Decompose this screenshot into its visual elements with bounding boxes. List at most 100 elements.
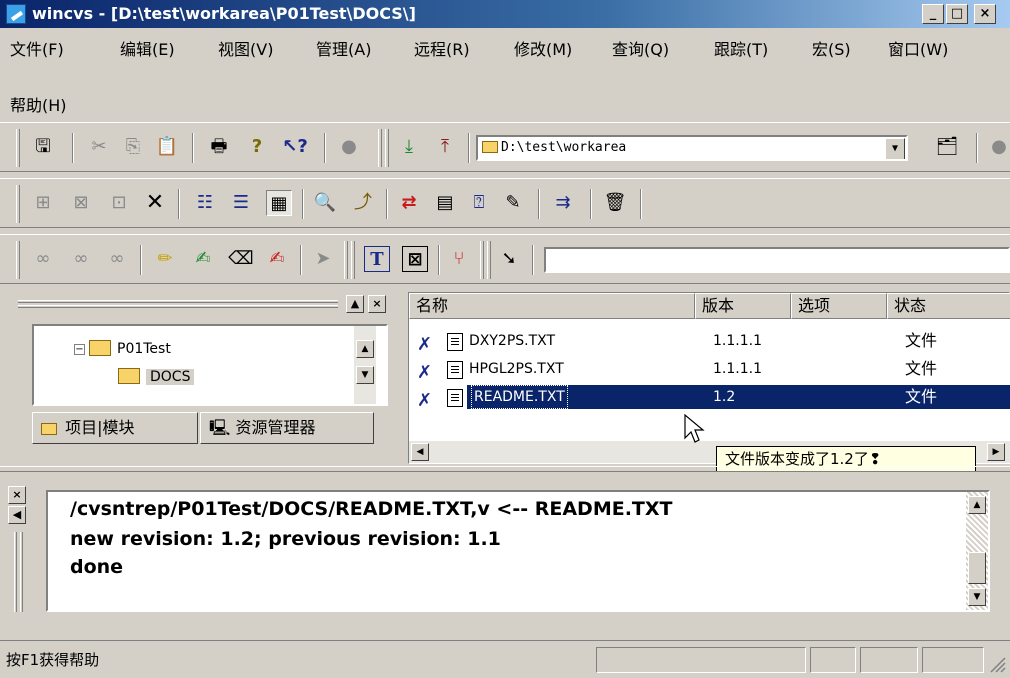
toolbar-grip[interactable]: [378, 129, 382, 167]
toolbar-grip[interactable]: [487, 241, 491, 279]
pane-drag-bar[interactable]: [18, 300, 338, 303]
menu-modify[interactable]: 修改(M): [514, 36, 572, 60]
scroll-up-button[interactable]: ▲: [968, 496, 986, 514]
help-icon[interactable]: ?: [244, 134, 270, 160]
delete-tag-icon[interactable]: ⊠: [402, 246, 428, 272]
menu-file[interactable]: 文件(F): [10, 36, 64, 60]
tab-explorer[interactable]: 🖳 资源管理器: [200, 412, 374, 444]
file-list[interactable]: 名称 版本 选项 状态 ✗ DXY2PS.TXT 1.1.1.1 文件 ✗ HP…: [408, 292, 1010, 464]
scroll-right-button[interactable]: ▶: [987, 443, 1005, 461]
graph-icon[interactable]: ⇉: [550, 190, 576, 216]
menu-view[interactable]: 视图(V): [218, 36, 273, 60]
pane-float-button[interactable]: ▲: [346, 295, 364, 313]
erase-icon[interactable]: ⌫: [228, 246, 254, 272]
pane-splitter[interactable]: [0, 466, 1010, 472]
stop-icon[interactable]: ●: [336, 134, 362, 160]
search-icon[interactable]: 🔍: [312, 190, 338, 216]
maximize-button[interactable]: □: [946, 4, 968, 24]
menu-help[interactable]: 帮助(H): [10, 92, 67, 116]
toolbar-grip[interactable]: [351, 241, 355, 279]
file-row-selected[interactable]: ✗ README.TXT 1.2 文件: [409, 383, 1010, 411]
output-float-button[interactable]: ◀: [8, 506, 26, 524]
diff-icon[interactable]: ⇄: [396, 190, 422, 216]
scroll-down-button[interactable]: ▼: [968, 588, 986, 606]
add-binary-icon[interactable]: ⊠: [68, 190, 94, 216]
stop-icon[interactable]: ●: [986, 134, 1010, 160]
close-button[interactable]: ×: [974, 4, 996, 24]
minimize-button[interactable]: _: [922, 4, 944, 24]
menu-trace[interactable]: 跟踪(T): [714, 36, 768, 60]
edit-icon[interactable]: ✏: [152, 246, 178, 272]
release-icon[interactable]: ➤: [310, 246, 336, 272]
tree-vertical-scrollbar[interactable]: ▲ ▼: [354, 326, 376, 404]
menu-query[interactable]: 查询(Q): [612, 36, 669, 60]
pane-close-button[interactable]: ×: [368, 295, 386, 313]
tree-node-docs[interactable]: DOCS: [118, 368, 195, 385]
output-close-button[interactable]: ×: [8, 486, 26, 504]
add-file-icon[interactable]: ⊞: [30, 190, 56, 216]
output-drag-bar[interactable]: [14, 532, 17, 612]
toolbar-grip[interactable]: [16, 185, 20, 223]
up-folder-icon[interactable]: ⤴: [350, 190, 376, 216]
toolbar-grip[interactable]: [480, 241, 484, 279]
menu-remote[interactable]: 远程(R): [414, 36, 470, 60]
collapse-icon[interactable]: −: [74, 344, 85, 355]
browse-location-icon[interactable]: ⤒: [432, 134, 458, 160]
tab-modules[interactable]: 项目|模块: [32, 412, 198, 444]
file-row[interactable]: ✗ HPGL2PS.TXT 1.1.1.1 文件: [409, 355, 1010, 383]
toolbar-grip[interactable]: [16, 241, 20, 279]
paste-icon[interactable]: 📋: [154, 134, 180, 160]
scroll-up-button[interactable]: ▲: [356, 340, 374, 358]
output-drag-bar[interactable]: [20, 532, 23, 612]
toolbar-grip[interactable]: [344, 241, 348, 279]
scroll-down-button[interactable]: ▼: [356, 366, 374, 384]
editors-icon[interactable]: ✍: [264, 246, 290, 272]
watch-off-icon[interactable]: ∞: [68, 246, 94, 272]
save-icon[interactable]: 🖫: [30, 134, 56, 160]
merge-icon[interactable]: ➘: [496, 246, 522, 272]
menu-window[interactable]: 窗口(W): [888, 36, 948, 60]
remove-icon[interactable]: ✕: [142, 190, 168, 216]
output-console[interactable]: /cvsntrep/P01Test/DOCS/README.TXT,v <-- …: [46, 490, 990, 612]
copy-icon[interactable]: ⎘: [120, 134, 146, 160]
unedit-icon[interactable]: ✍: [190, 246, 216, 272]
tree-node-p01test[interactable]: − P01Test: [74, 340, 171, 357]
column-header-name[interactable]: 名称: [409, 293, 695, 319]
wincvs-app-icon[interactable]: [6, 4, 26, 24]
resize-grip-icon[interactable]: [988, 655, 1006, 673]
command-input[interactable]: [544, 247, 1010, 273]
tag-icon[interactable]: T: [364, 246, 390, 272]
log-icon[interactable]: ▤: [432, 190, 458, 216]
table-view-icon[interactable]: ▦: [266, 190, 292, 216]
detail-view-icon[interactable]: ☰: [228, 190, 254, 216]
file-row[interactable]: ✗ DXY2PS.TXT 1.1.1.1 文件: [409, 327, 1010, 355]
menu-admin[interactable]: 管理(A): [316, 36, 371, 60]
list-view-icon[interactable]: ☷: [192, 190, 218, 216]
watch-on-icon[interactable]: ∞: [30, 246, 56, 272]
menu-macro[interactable]: 宏(S): [812, 36, 851, 60]
watchers-icon[interactable]: ∞: [104, 246, 130, 272]
pane-drag-bar[interactable]: [18, 305, 338, 308]
module-tree[interactable]: − P01Test DOCS ▲ ▼: [32, 324, 388, 406]
column-header-option[interactable]: 选项: [791, 293, 887, 319]
add-unicode-icon[interactable]: ⊡: [106, 190, 132, 216]
toolbar-grip[interactable]: [16, 129, 20, 167]
toolbar-grip[interactable]: [385, 129, 389, 167]
checkout-icon[interactable]: ⤓: [396, 134, 422, 160]
print-icon[interactable]: 🖶: [206, 134, 232, 160]
column-header-revision[interactable]: 版本: [695, 293, 791, 319]
annotate-icon[interactable]: ✎: [500, 190, 526, 216]
status-query-icon[interactable]: ⍰: [466, 190, 492, 216]
location-combo[interactable]: D:\test\workarea ▼: [476, 135, 908, 161]
column-header-status[interactable]: 状态: [887, 293, 1010, 319]
workspace-pane-header[interactable]: ▲ ×: [8, 292, 392, 318]
branch-icon[interactable]: ⑂: [446, 246, 472, 272]
chevron-down-icon[interactable]: ▼: [885, 138, 905, 159]
scroll-thumb[interactable]: [968, 552, 986, 584]
context-help-icon[interactable]: ↖?: [282, 134, 308, 160]
output-vertical-scrollbar[interactable]: ▲ ▼: [966, 492, 988, 610]
scroll-left-button[interactable]: ◀: [411, 443, 429, 461]
cut-icon[interactable]: ✂: [86, 134, 112, 160]
browse-folder-icon[interactable]: 🗂: [934, 134, 960, 160]
trash-icon[interactable]: 🗑: [602, 190, 628, 216]
